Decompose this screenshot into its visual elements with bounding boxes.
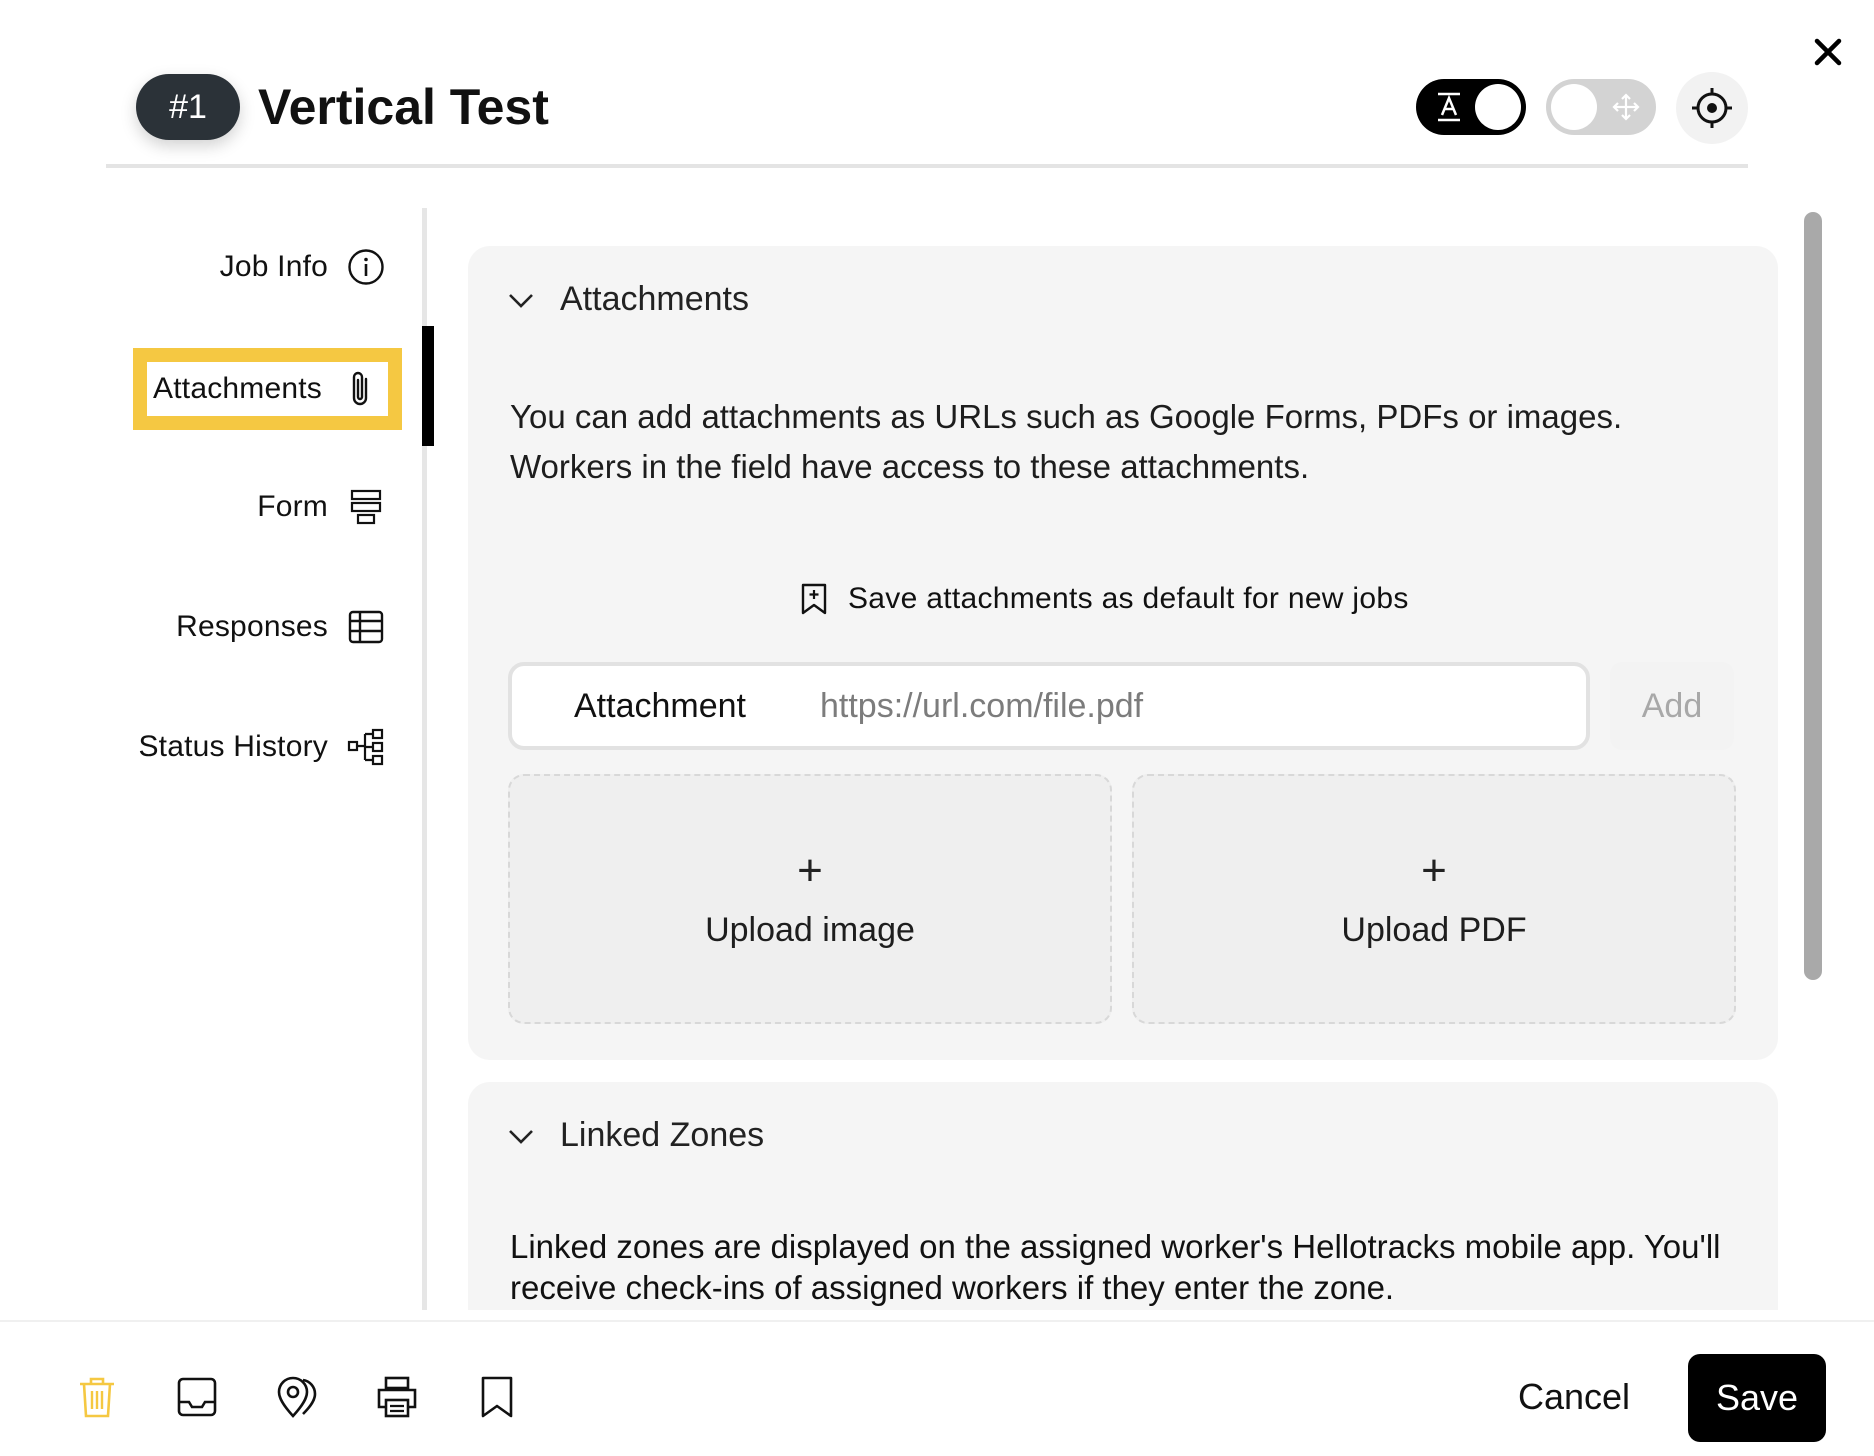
bookmark-icon [481, 1376, 513, 1418]
bookmark-button[interactable] [474, 1374, 520, 1420]
table-icon [346, 607, 386, 647]
bookmark-plus-icon [801, 583, 827, 615]
chevron-down-icon [509, 293, 533, 308]
move-mode-toggle[interactable] [1546, 79, 1656, 135]
footer-toolbar: Cancel Save [0, 1320, 1874, 1456]
section-title: Attachments [560, 280, 749, 318]
save-default-label: Save attachments as default for new jobs [848, 582, 1409, 615]
section-title: Linked Zones [560, 1116, 765, 1154]
location-button[interactable] [274, 1374, 320, 1420]
attachment-url-input[interactable] [820, 686, 1520, 726]
section-description: Linked zones are displayed on the assign… [510, 1228, 1721, 1306]
attachment-url-field: Attachment [508, 662, 1590, 750]
page-title: Vertical Test [258, 79, 549, 135]
header: #1 Vertical Test [106, 70, 1748, 168]
move-arrows-icon [1612, 93, 1640, 121]
form-icon [346, 487, 386, 527]
add-attachment-button[interactable]: Add [1610, 662, 1734, 750]
sidebar-item-form[interactable]: Form [257, 472, 386, 542]
delete-button[interactable] [74, 1374, 120, 1420]
sidebar-item-attachments[interactable]: Attachments [133, 348, 402, 430]
upload-pdf-label: Upload PDF [1341, 910, 1527, 949]
save-button[interactable]: Save [1688, 1354, 1826, 1442]
archive-button[interactable] [174, 1374, 220, 1420]
sidebar-item-label: Job Info [219, 250, 328, 283]
toggle-knob [1551, 84, 1597, 130]
upload-image-button[interactable]: + Upload image [508, 774, 1112, 1024]
upload-image-label: Upload image [705, 910, 915, 949]
active-indicator [422, 326, 434, 446]
close-button[interactable] [1808, 32, 1848, 72]
print-button[interactable] [374, 1374, 420, 1420]
sidebar-item-label: Status History [138, 730, 328, 763]
text-format-icon [1438, 92, 1460, 122]
hierarchy-icon [346, 727, 386, 767]
sidebar-item-job-info[interactable]: Job Info [220, 232, 386, 302]
text-mode-toggle[interactable] [1416, 79, 1526, 135]
paperclip-icon [340, 369, 380, 409]
chevron-down-icon [509, 1129, 533, 1144]
plus-icon: + [797, 845, 823, 895]
sidebar-item-status-history[interactable]: Status History [138, 712, 386, 782]
trash-icon [80, 1377, 114, 1418]
scrollbar-thumb[interactable] [1804, 212, 1822, 980]
crosshair-icon [1692, 88, 1732, 128]
sidebar-item-label: Attachments [153, 372, 322, 405]
sidebar-item-responses[interactable]: Responses [176, 592, 386, 662]
close-icon [1814, 38, 1842, 66]
printer-icon [377, 1376, 417, 1418]
linked-zones-section-header[interactable]: Linked Zones [508, 1116, 764, 1155]
info-icon [346, 247, 386, 287]
inbox-icon [177, 1377, 217, 1417]
linked-zones-section: Linked Zones Linked zones are displayed … [468, 1082, 1778, 1310]
upload-pdf-button[interactable]: + Upload PDF [1132, 774, 1736, 1024]
attachments-section: Attachments You can add attachments as U… [468, 246, 1778, 1060]
attachment-field-label: Attachment [574, 686, 746, 725]
job-number-badge: #1 [136, 74, 240, 140]
toggle-knob [1475, 84, 1521, 130]
sidebar-item-label: Form [257, 490, 328, 523]
cancel-button[interactable]: Cancel [1496, 1352, 1652, 1442]
sidebar-item-label: Responses [176, 610, 328, 643]
plus-icon: + [1421, 845, 1447, 895]
main-content: Attachments You can add attachments as U… [468, 246, 1780, 1310]
section-description: You can add attachments as URLs such as … [510, 398, 1623, 485]
save-default-link[interactable]: Save attachments as default for new jobs [800, 582, 1409, 616]
location-pin-icon [277, 1376, 317, 1418]
attachments-section-header[interactable]: Attachments [508, 280, 749, 319]
sidebar-nav: Job Info Attachments Form Responses Stat… [0, 208, 434, 1310]
locate-button[interactable] [1676, 72, 1748, 144]
